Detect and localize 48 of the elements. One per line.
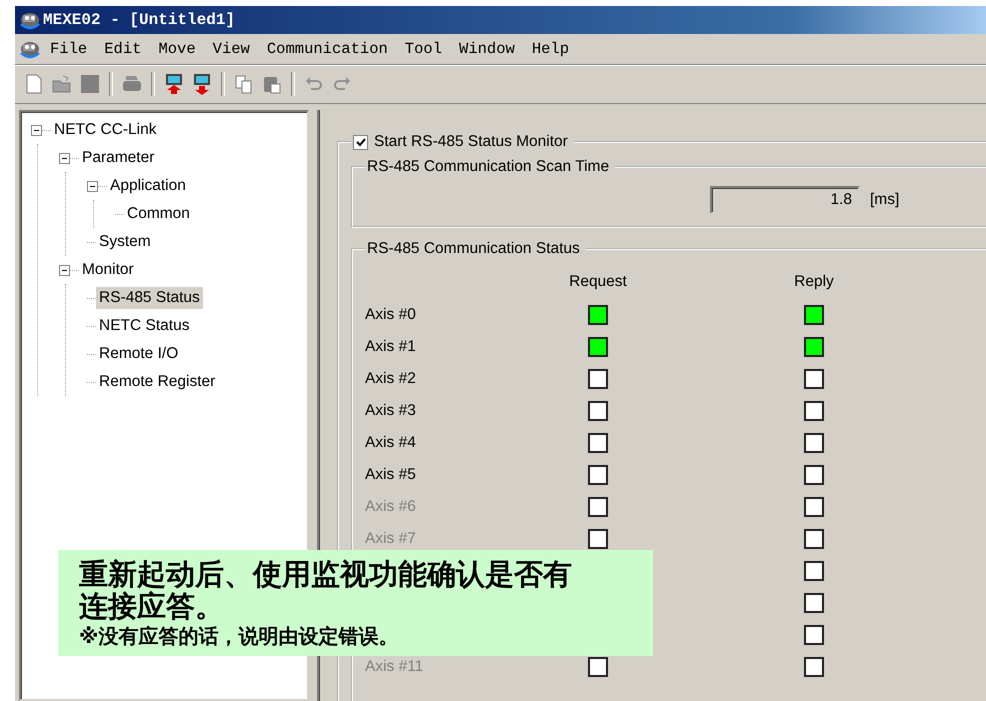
scan-time-field: 1.8 (710, 186, 860, 214)
checkbox[interactable] (353, 134, 368, 150)
tree-item[interactable]: Monitor (79, 259, 137, 281)
axis-label: Axis #6 (365, 498, 417, 516)
callout-text: 重新起动后、使用监视功能确认是否有连接应答。 (79, 558, 573, 622)
menu-item[interactable]: Window (450, 38, 523, 60)
app-icon (19, 10, 41, 30)
tree-item[interactable]: Common (124, 203, 193, 225)
group-title: RS-485 Communication Scan Time (367, 158, 610, 176)
column-header: Reply (794, 272, 834, 290)
tree-item[interactable]: Application (107, 175, 189, 197)
save-icon[interactable] (79, 73, 101, 95)
tree-item[interactable]: RS-485 Status (96, 287, 203, 309)
menu-item[interactable]: Communication (258, 38, 396, 60)
upload-icon[interactable] (163, 73, 185, 95)
axis-label: Axis #3 (365, 402, 417, 420)
column-header: Request (569, 272, 627, 290)
collapse-toggle[interactable] (59, 152, 70, 164)
open-folder-icon[interactable] (51, 73, 73, 95)
tree-item[interactable]: Parameter (79, 147, 158, 169)
menu-item[interactable]: Help (522, 38, 578, 60)
unit-label: [ms] (870, 191, 900, 209)
group-title: RS-485 Communication Status (367, 240, 580, 258)
collapse-toggle[interactable] (59, 264, 70, 276)
tree-item[interactable]: NETC CC-Link (51, 119, 160, 141)
menu-item[interactable]: File (41, 38, 96, 60)
window-title: MEXE02 - [Untitled1] (43, 11, 236, 29)
tree-item[interactable]: Remote I/O (96, 343, 182, 365)
checkbox-label: Start RS-485 Status Monitor (374, 133, 568, 151)
menu-item[interactable]: Move (149, 38, 204, 60)
tree-item[interactable]: System (96, 231, 154, 253)
download-icon[interactable] (191, 73, 213, 95)
axis-label: Axis #7 (365, 530, 417, 548)
axis-label: Axis #1 (365, 338, 417, 356)
axis-label: Axis #2 (365, 370, 417, 388)
axis-label: Axis #4 (365, 434, 417, 452)
axis-label: Axis #0 (365, 306, 417, 324)
menu-item[interactable]: Tool (396, 38, 450, 60)
collapse-toggle[interactable] (87, 180, 98, 192)
tree-item[interactable]: NETC Status (96, 315, 192, 337)
axis-label: Axis #11 (365, 658, 424, 676)
menu-item[interactable]: Edit (95, 38, 150, 60)
callout-note: ※没有应答的话，说明由设定错误。 (79, 623, 400, 650)
tree-item[interactable]: Remote Register (96, 371, 218, 393)
app-icon (19, 39, 41, 59)
menu-item[interactable]: View (204, 38, 258, 60)
axis-label: Axis #5 (365, 466, 417, 484)
collapse-toggle[interactable] (31, 124, 42, 136)
